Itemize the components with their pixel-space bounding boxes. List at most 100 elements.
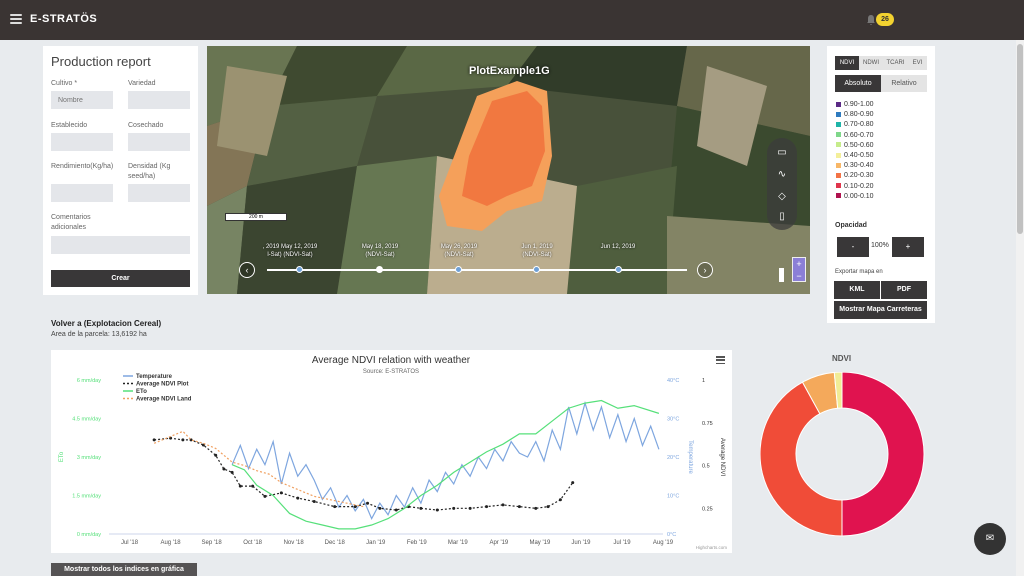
opacity-slider-handle[interactable]	[779, 268, 784, 282]
cosechado-input[interactable]	[128, 133, 190, 151]
eto-axis-title: ETo	[59, 451, 65, 462]
production-report-card: Production report Cultivo * Variedad Est…	[43, 46, 198, 295]
chat-bubble-icon[interactable]: ✉	[974, 523, 1006, 555]
plot-back-link[interactable]: Volver a (Explotacion Cereal)	[51, 319, 161, 328]
rendimiento-input[interactable]	[51, 184, 113, 202]
satellite-map[interactable]: PlotExample1G ▭ ∿ ◇ ▯ 200 m ‹ › , 2019 M…	[207, 46, 810, 294]
data-point	[558, 498, 562, 502]
hamburger-menu-icon[interactable]	[10, 14, 22, 24]
x-tick-label: Oct '18	[243, 540, 262, 546]
chart-menu-icon[interactable]	[716, 356, 725, 364]
bell-icon[interactable]	[866, 14, 876, 26]
show-all-indices-button[interactable]: Mostrar todos los indices en gráfica	[51, 563, 197, 576]
cultivo-input[interactable]	[51, 91, 113, 109]
export-kml-button[interactable]: KML	[834, 281, 880, 299]
establecido-input[interactable]	[51, 133, 113, 151]
timeline-point[interactable]	[455, 266, 462, 273]
zoom-out-button[interactable]: −	[793, 270, 805, 282]
variedad-label: Variedad	[128, 80, 156, 87]
timeline-label: Jun 12, 2019	[600, 244, 636, 250]
legend-label: 0.70-0.80	[844, 121, 874, 129]
ndvi-weather-chart: Average NDVI relation with weather Source…	[51, 350, 732, 553]
opacity-increase-button[interactable]: +	[892, 237, 924, 257]
export-label: Exportar mapa en	[835, 269, 883, 275]
chart-subtitle: Source: E-STRATOS	[363, 369, 419, 375]
tag-icon[interactable]: ◇	[775, 190, 789, 204]
legend-item: 0.00-0.10	[836, 192, 874, 201]
x-tick-label: Mar '19	[448, 540, 468, 546]
establecido-label: Establecido	[51, 122, 88, 129]
export-pdf-button[interactable]: PDF	[881, 281, 927, 299]
chart-legend-label: Average NDVI Plot	[136, 382, 188, 388]
legend-swatch	[836, 152, 841, 158]
legend-item: 0.10-0.20	[836, 182, 874, 191]
data-point	[571, 481, 575, 485]
legend-label: 0.30-0.40	[844, 162, 874, 170]
data-point	[214, 453, 218, 457]
legend-swatch	[836, 142, 841, 148]
index-legend-card: NDVI NDWI TCARI EVI Absoluto Relativo 0.…	[827, 46, 935, 323]
data-point	[378, 506, 382, 510]
data-point	[263, 494, 267, 498]
x-tick-label: Jul '18	[121, 540, 139, 546]
comentarios-input[interactable]	[51, 236, 190, 254]
tab-ndwi[interactable]: NDWI	[859, 56, 883, 70]
top-bar: E-STRATÖS 26	[0, 0, 1024, 40]
tab-evi[interactable]: EVI	[908, 56, 927, 70]
data-point	[251, 484, 255, 488]
mode-absoluto[interactable]: Absoluto	[835, 75, 881, 92]
timeline-point[interactable]	[533, 266, 540, 273]
opacity-decrease-button[interactable]: -	[837, 237, 869, 257]
data-point	[333, 505, 337, 509]
timeline-label: May 26, 2019 (NDVI-Sat)	[440, 244, 478, 258]
cosechado-label: Cosechado	[128, 122, 164, 129]
eto-tick-label: 3 mm/day	[77, 455, 101, 461]
chart-legend-label: ETo	[136, 389, 147, 395]
legend-item: 0.40-0.50	[836, 151, 874, 160]
ndvi-axis-title: Average NDVI	[719, 438, 725, 477]
notification-badge[interactable]: 26	[876, 13, 894, 26]
data-point	[296, 496, 300, 500]
scrollbar-thumb[interactable]	[1017, 44, 1023, 234]
chart-legend-label: Average NDVI Land	[136, 397, 192, 403]
data-point	[452, 506, 456, 510]
variedad-input[interactable]	[128, 91, 190, 109]
mode-relativo[interactable]: Relativo	[881, 75, 927, 92]
rendimiento-label: Rendimiento(Kg/ha)	[51, 163, 114, 170]
page-scrollbar[interactable]	[1016, 40, 1024, 576]
timeline-point-selected[interactable]	[376, 266, 383, 273]
eto-tick-label: 1.5 mm/day	[72, 494, 101, 500]
crear-button[interactable]: Crear	[51, 270, 190, 287]
compare-icon[interactable]: ▭	[775, 146, 789, 160]
chart-line-icon[interactable]: ∿	[775, 168, 789, 182]
eto-tick-label: 6 mm/day	[77, 378, 101, 384]
data-point	[152, 438, 156, 442]
tab-tcari[interactable]: TCARI	[883, 56, 908, 70]
zoom-control: + −	[792, 257, 806, 282]
legend-swatch	[836, 162, 841, 168]
legend-item: 0.70-0.80	[836, 120, 874, 129]
densidad-input[interactable]	[128, 184, 190, 202]
series-line	[231, 400, 660, 520]
legend-swatch	[836, 132, 841, 138]
x-tick-label: Nov '18	[284, 540, 305, 546]
legend-item: 0.90-1.00	[836, 100, 874, 109]
x-tick-label: Dec '18	[325, 540, 346, 546]
timeline-prev-button[interactable]: ‹	[239, 262, 255, 278]
timeline-point[interactable]	[296, 266, 303, 273]
x-tick-label: Aug '18	[160, 540, 181, 546]
zoom-in-button[interactable]: +	[793, 258, 805, 270]
timeline-next-button[interactable]: ›	[697, 262, 713, 278]
show-roads-map-button[interactable]: Mostrar Mapa Carreteras	[834, 301, 927, 319]
eto-tick-label: 4.5 mm/day	[72, 417, 101, 423]
data-point	[534, 506, 538, 510]
eto-tick-label: 0 mm/day	[77, 532, 101, 538]
timeline-point[interactable]	[615, 266, 622, 273]
map-plot-title: PlotExample1G	[469, 65, 550, 77]
brand-logo: E-STRATÖS	[30, 13, 98, 25]
trash-icon[interactable]: ▯	[775, 210, 789, 224]
donut-slice[interactable]	[841, 372, 925, 537]
tab-ndvi[interactable]: NDVI	[835, 56, 859, 70]
opacity-label: Opacidad	[835, 222, 867, 229]
data-point	[435, 508, 439, 512]
